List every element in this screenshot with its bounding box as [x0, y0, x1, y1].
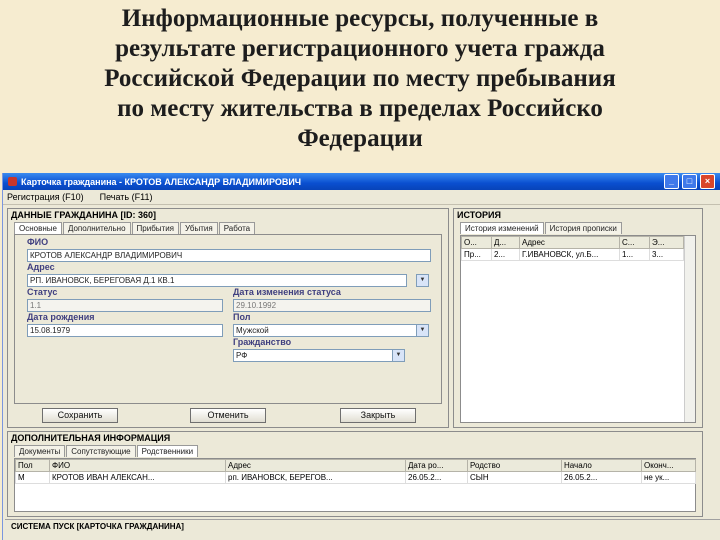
- history-table: О... Д... Адрес С... Э... Пр... 2... Г.И…: [461, 236, 684, 261]
- column-header[interactable]: Дата ро...: [405, 459, 468, 472]
- tab-departures[interactable]: Убытия: [180, 222, 218, 234]
- table-cell: СЫН: [467, 471, 562, 484]
- status-date-field[interactable]: 29.10.1992: [233, 299, 431, 312]
- history-grid-container: О... Д... Адрес С... Э... Пр... 2... Г.И…: [460, 235, 696, 423]
- fio-label: ФИО: [27, 237, 49, 247]
- menu-item-print[interactable]: Печать (F11): [100, 192, 153, 202]
- fio-field[interactable]: КРОТОВ АЛЕКСАНДР ВЛАДИМИРОВИЧ: [27, 249, 431, 262]
- table-row[interactable]: Пр... 2... Г.ИВАНОВСК, ул.Б... 1... 3...: [461, 248, 684, 261]
- table-cell: 2...: [491, 248, 520, 261]
- slide-title-line: Информационные ресурсы, полученные в: [121, 5, 599, 32]
- tab-relatives[interactable]: Родственники: [136, 445, 199, 457]
- table-cell: рп. ИВАНОВСК, БЕРЕГОВ...: [225, 471, 406, 484]
- menu-bar: Регистрация (F10) Печать (F11): [3, 190, 720, 205]
- column-header[interactable]: Оконч...: [641, 459, 696, 472]
- tab-change-history[interactable]: История изменений: [460, 222, 544, 234]
- column-header[interactable]: Д...: [491, 236, 520, 249]
- table-cell: 3...: [649, 248, 684, 261]
- column-header[interactable]: Адрес: [519, 236, 620, 249]
- history-scrollbar[interactable]: [684, 236, 695, 422]
- cancel-button[interactable]: Отменить: [190, 408, 266, 423]
- tab-documents[interactable]: Документы: [14, 445, 66, 457]
- additional-tabs: Документы Сопутствующие Родственники: [14, 445, 199, 457]
- address-field[interactable]: РП. ИВАНОВСК, БЕРЕГОВАЯ Д.1 КВ.1: [27, 274, 407, 287]
- status-label: Статус: [27, 287, 58, 297]
- citizen-tabs: Основные Дополнительно Прибытия Убытия Р…: [14, 222, 256, 234]
- window-titlebar[interactable]: Карточка гражданина - КРОТОВ АЛЕКСАНДР В…: [3, 173, 720, 190]
- tab-main[interactable]: Основные: [14, 222, 62, 234]
- status-bar: СИСТЕМА ПУСК [КАРТОЧКА ГРАЖДАНИНА]: [5, 519, 720, 534]
- citizen-card-window: Карточка гражданина - КРОТОВ АЛЕКСАНДР В…: [2, 173, 720, 540]
- slide-title-line: Российской Федерации по месту пребывания: [104, 65, 616, 92]
- window-title: Карточка гражданина - КРОТОВ АЛЕКСАНДР В…: [21, 176, 302, 187]
- relatives-grid-container: Пол ФИО Адрес Дата ро... Родство Начало …: [14, 458, 696, 512]
- birth-date-label: Дата рождения: [27, 312, 95, 322]
- column-header[interactable]: Э...: [649, 236, 684, 249]
- citizen-panel-header: ДАННЫЕ ГРАЖДАНИНА [ID: 360]: [11, 210, 157, 220]
- column-header[interactable]: Родство: [467, 459, 562, 472]
- chevron-down-icon[interactable]: ▼: [392, 349, 405, 362]
- history-panel-header: ИСТОРИЯ: [457, 210, 501, 220]
- table-cell: 1...: [619, 248, 650, 261]
- address-label: Адрес: [27, 262, 55, 272]
- additional-panel-header: ДОПОЛНИТЕЛЬНАЯ ИНФОРМАЦИЯ: [11, 433, 171, 443]
- citizenship-label: Гражданство: [233, 337, 292, 347]
- table-row[interactable]: М КРОТОВ ИВАН АЛЕКСАН... рп. ИВАНОВСК, Б…: [15, 471, 696, 484]
- minimize-button[interactable]: _: [664, 174, 679, 189]
- app-icon: [8, 177, 17, 186]
- history-panel: ИСТОРИЯ История изменений История пропис…: [453, 208, 703, 428]
- column-header[interactable]: ФИО: [49, 459, 226, 472]
- history-tabs: История изменений История прописки: [460, 222, 623, 234]
- status-date-label: Дата изменения статуса: [233, 287, 341, 297]
- tab-work[interactable]: Работа: [218, 222, 256, 234]
- chevron-down-icon[interactable]: ▼: [416, 324, 429, 337]
- table-cell: Г.ИВАНОВСК, ул.Б...: [519, 248, 620, 261]
- column-header[interactable]: С...: [619, 236, 650, 249]
- slide-title-line: по месту жительства в пределах Российско: [117, 95, 603, 122]
- citizen-form: ФИО КРОТОВ АЛЕКСАНДР ВЛАДИМИРОВИЧ Адрес …: [14, 234, 442, 404]
- table-cell: 26.05.2...: [405, 471, 468, 484]
- table-cell: не ук...: [641, 471, 696, 484]
- column-header[interactable]: Пол: [15, 459, 50, 472]
- status-field[interactable]: 1.1: [27, 299, 223, 312]
- tab-additional[interactable]: Дополнительно: [62, 222, 131, 234]
- chevron-down-icon[interactable]: ▼: [416, 274, 429, 287]
- menu-item-registration[interactable]: Регистрация (F10): [7, 192, 84, 202]
- close-button[interactable]: Закрыть: [340, 408, 416, 423]
- column-header[interactable]: Начало: [561, 459, 642, 472]
- table-cell: КРОТОВ ИВАН АЛЕКСАН...: [49, 471, 226, 484]
- column-header[interactable]: О...: [461, 236, 492, 249]
- slide-title: Информационные ресурсы, полученные в рез…: [0, 4, 720, 172]
- sex-label: Пол: [233, 312, 251, 322]
- citizen-data-panel: ДАННЫЕ ГРАЖДАНИНА [ID: 360] Основные Доп…: [7, 208, 449, 428]
- save-button[interactable]: Сохранить: [42, 408, 118, 423]
- slide-title-line: Федерации: [297, 125, 423, 152]
- table-cell: Пр...: [461, 248, 492, 261]
- table-cell: М: [15, 471, 50, 484]
- relatives-table: Пол ФИО Адрес Дата ро... Родство Начало …: [15, 459, 696, 484]
- sex-select[interactable]: Мужской: [233, 324, 417, 337]
- close-window-button[interactable]: ×: [700, 174, 715, 189]
- maximize-button[interactable]: □: [682, 174, 697, 189]
- birth-date-field[interactable]: 15.08.1979: [27, 324, 223, 337]
- tab-arrivals[interactable]: Прибытия: [131, 222, 180, 234]
- tab-registration-history[interactable]: История прописки: [544, 222, 622, 234]
- citizenship-select[interactable]: РФ: [233, 349, 393, 362]
- additional-info-panel: ДОПОЛНИТЕЛЬНАЯ ИНФОРМАЦИЯ Документы Сопу…: [7, 431, 703, 517]
- tab-accompanying[interactable]: Сопутствующие: [66, 445, 136, 457]
- slide-title-line: результате регистрационного учета гражда: [115, 35, 605, 62]
- table-cell: 26.05.2...: [561, 471, 642, 484]
- column-header[interactable]: Адрес: [225, 459, 406, 472]
